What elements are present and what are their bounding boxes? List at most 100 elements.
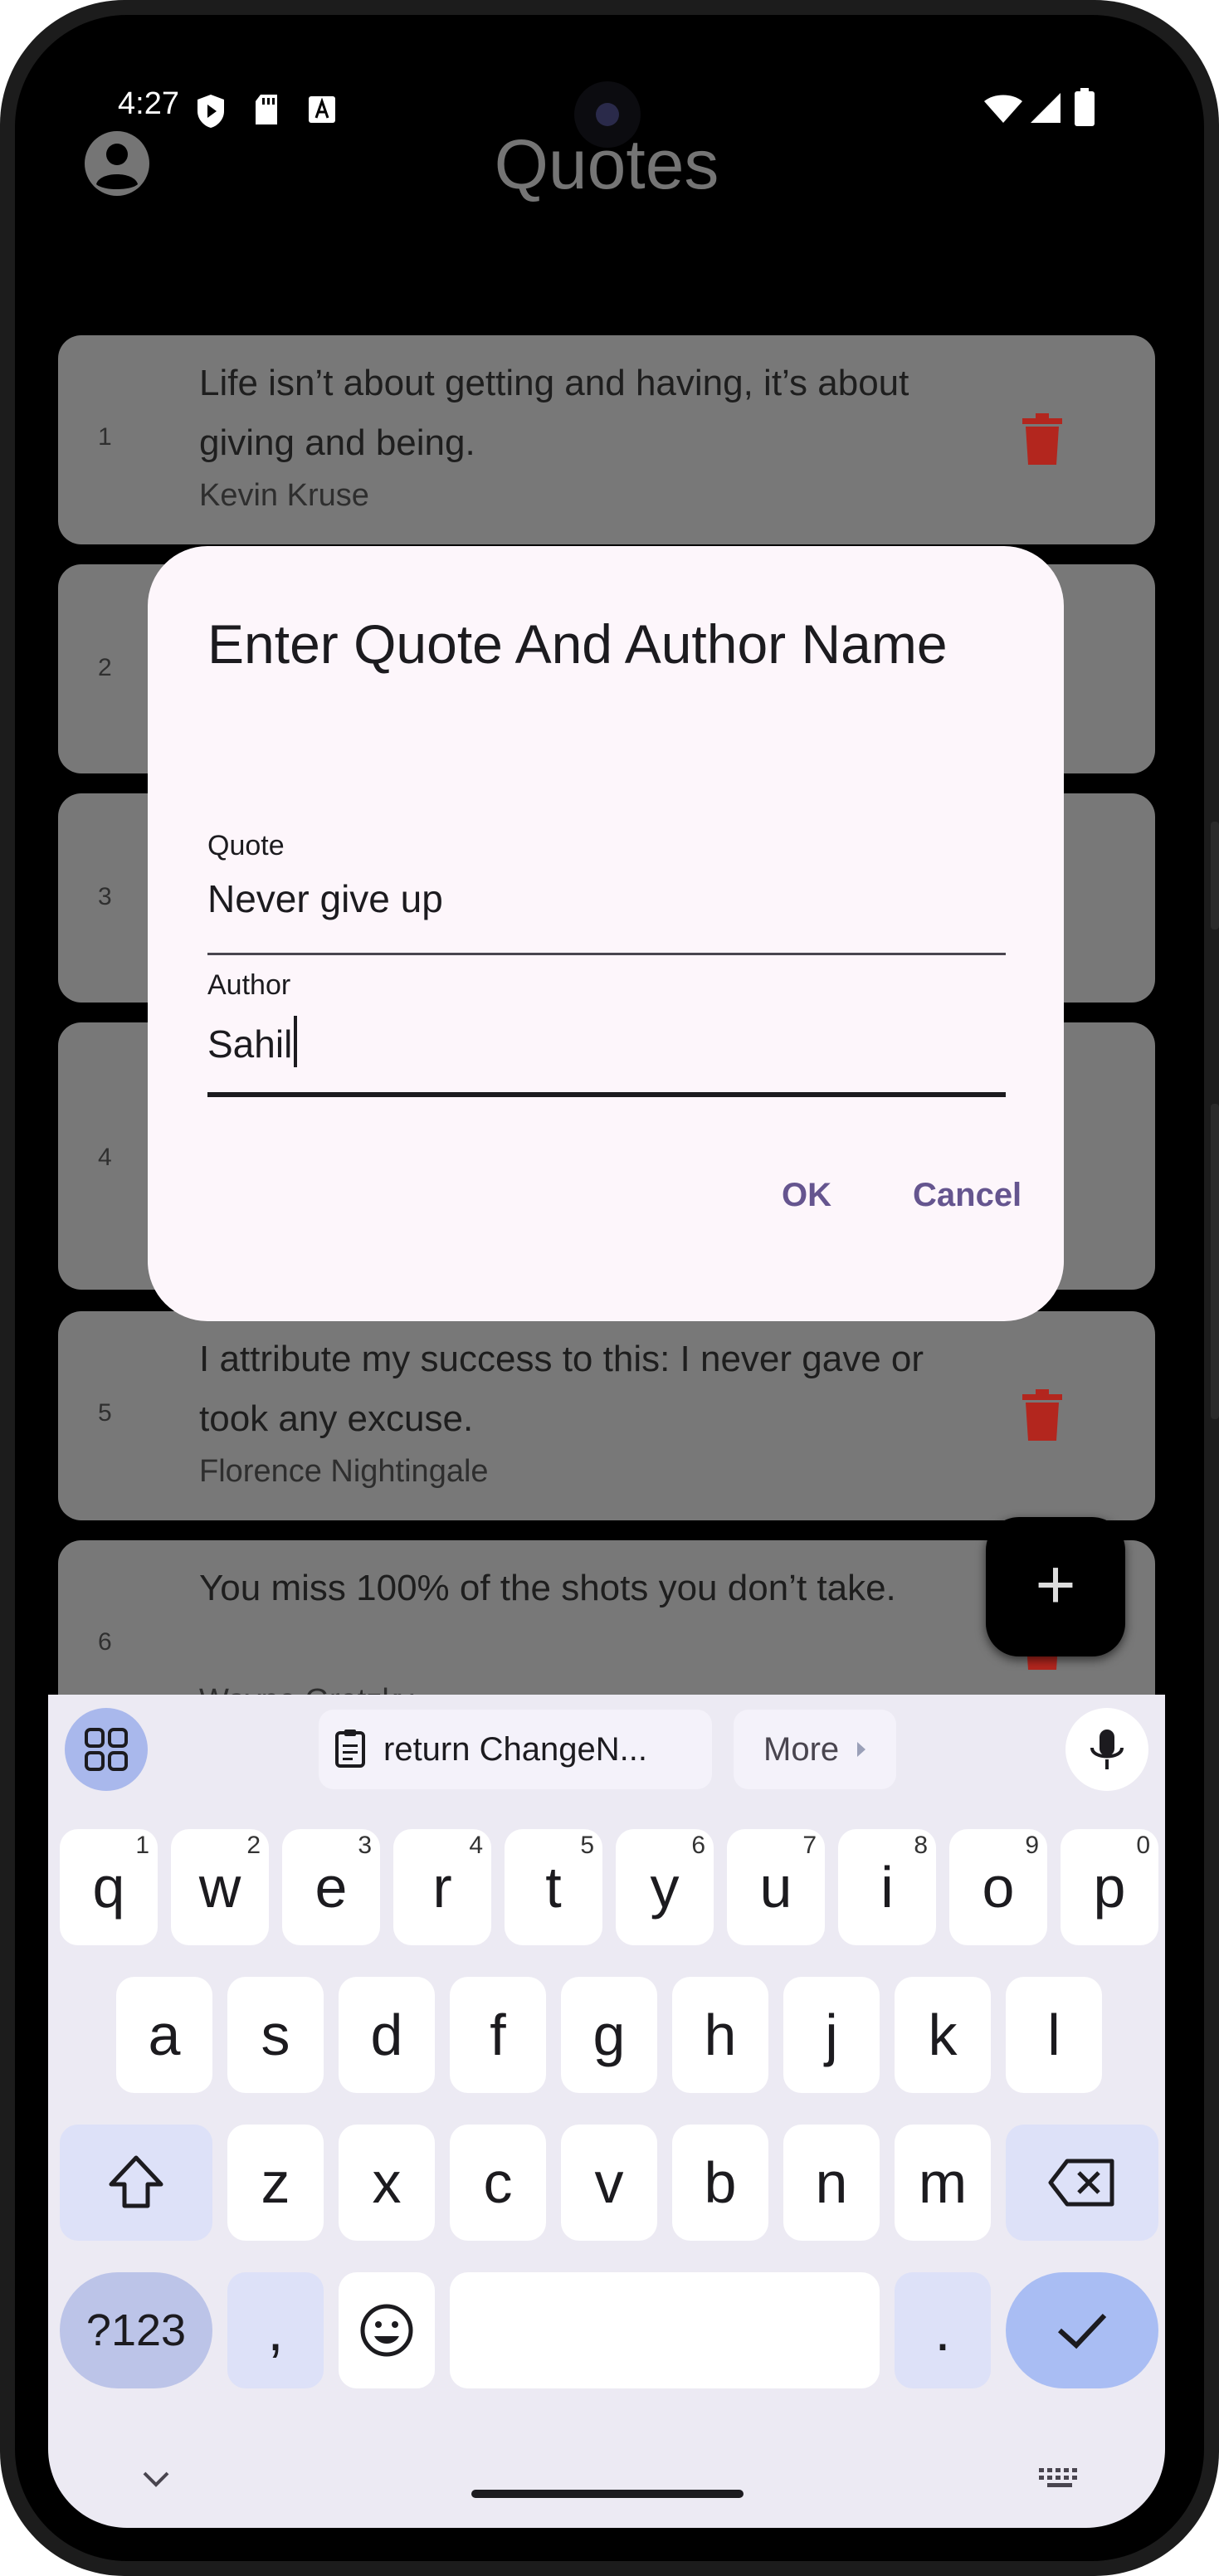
ok-button[interactable]: OK	[782, 1177, 831, 1214]
key-hint: 8	[914, 1832, 928, 1859]
quote-field[interactable]: Never give up	[207, 876, 443, 921]
key-n[interactable]: n	[783, 2125, 880, 2241]
quote-text: Life isn’t about getting and having, it’…	[199, 363, 909, 463]
cancel-button[interactable]: Cancel	[913, 1177, 1022, 1214]
key-e[interactable]: e3	[282, 1829, 380, 1945]
key-label: y	[650, 1855, 680, 1920]
delete-icon[interactable]	[1019, 1389, 1065, 1442]
key-label: q	[92, 1855, 125, 1920]
grid-icon	[85, 1728, 128, 1771]
text-cursor	[294, 1016, 298, 1067]
key-b[interactable]: b	[672, 2125, 768, 2241]
quote-index: 4	[98, 1144, 112, 1171]
keyboard-switch-icon[interactable]	[1037, 2466, 1084, 2491]
key-a[interactable]: a	[116, 1977, 212, 2093]
status-time: 4:27	[118, 86, 179, 121]
key-h[interactable]: h	[672, 1977, 768, 2093]
key-label: u	[759, 1855, 792, 1920]
author-field-label: Author	[207, 969, 291, 1001]
hide-keyboard-icon[interactable]	[139, 2466, 173, 2491]
key-s[interactable]: s	[227, 1977, 324, 2093]
comma-key[interactable]: ,	[227, 2272, 324, 2388]
quote-index: 6	[98, 1628, 112, 1656]
space-key[interactable]	[450, 2272, 880, 2388]
home-indicator[interactable]	[471, 2490, 744, 2498]
key-label: w	[198, 1855, 241, 1920]
key-f[interactable]: f	[450, 1977, 546, 2093]
key-c[interactable]: c	[450, 2125, 546, 2241]
clipboard-icon	[335, 1730, 365, 1768]
key-label: o	[982, 1855, 1015, 1920]
period-key[interactable]: .	[895, 2272, 991, 2388]
key-g[interactable]: g	[561, 1977, 657, 2093]
key-l[interactable]: l	[1006, 1977, 1102, 2093]
key-y[interactable]: y6	[616, 1829, 714, 1945]
quote-author: Kevin Kruse	[199, 478, 369, 513]
key-j[interactable]: j	[783, 1977, 880, 2093]
screen: 4:27 Quotes 1 Life isn’t about getting a…	[48, 48, 1165, 2528]
shift-key[interactable]	[60, 2125, 212, 2241]
key-r[interactable]: r4	[393, 1829, 491, 1945]
quote-author: Florence Nightingale	[199, 1454, 489, 1489]
keyboard-bottom-bar	[48, 2417, 1165, 2528]
volume-button	[1211, 1104, 1219, 1419]
symbols-key[interactable]: ?123	[60, 2272, 212, 2388]
add-quote-dialog: Enter Quote And Author Name Quote Never …	[148, 546, 1064, 1321]
key-hint: 7	[802, 1832, 817, 1859]
more-suggestions-button[interactable]: More	[734, 1710, 896, 1789]
quote-text: You miss 100% of the shots you don’t tak…	[199, 1568, 896, 1608]
clipboard-suggestion-text: return ChangeN...	[383, 1731, 647, 1768]
emoji-icon	[360, 2304, 413, 2357]
key-z[interactable]: z	[227, 2125, 324, 2241]
voice-input-button[interactable]	[1065, 1708, 1148, 1791]
key-u[interactable]: u7	[727, 1829, 825, 1945]
key-x[interactable]: x	[339, 2125, 435, 2241]
key-o[interactable]: o9	[949, 1829, 1047, 1945]
chevron-right-icon	[857, 1742, 865, 1757]
key-d[interactable]: d	[339, 1977, 435, 2093]
key-k[interactable]: k	[895, 1977, 991, 2093]
keyboard: return ChangeN... More q1 w2 e3 r4 t5 y6	[48, 1695, 1165, 2528]
check-icon	[1057, 2313, 1107, 2349]
clipboard-suggestion[interactable]: return ChangeN...	[319, 1710, 712, 1789]
key-q[interactable]: q1	[60, 1829, 158, 1945]
battery-icon	[1075, 88, 1095, 126]
quote-field-label: Quote	[207, 830, 285, 861]
quote-card[interactable]: 5 I attribute my success to this: I neve…	[58, 1311, 1155, 1520]
key-t[interactable]: t5	[505, 1829, 602, 1945]
app-title: Quotes	[494, 125, 719, 203]
key-p[interactable]: p0	[1061, 1829, 1158, 1945]
quote-card[interactable]: 1 Life isn’t about getting and having, i…	[58, 335, 1155, 544]
backspace-icon	[1048, 2159, 1114, 2207]
sd-card-icon	[256, 95, 277, 124]
quote-index: 1	[98, 423, 112, 451]
key-m[interactable]: m	[895, 2125, 991, 2241]
dialog-title: Enter Quote And Author Name	[207, 613, 948, 675]
emoji-key[interactable]	[339, 2272, 435, 2388]
apps-grid-button[interactable]	[65, 1708, 148, 1791]
key-label: e	[315, 1855, 348, 1920]
backspace-key[interactable]	[1006, 2125, 1158, 2241]
wifi-icon	[984, 95, 1022, 123]
author-field[interactable]: Sahil	[207, 1016, 298, 1067]
key-label: r	[432, 1855, 452, 1920]
key-hint: 6	[691, 1832, 705, 1859]
key-label: p	[1093, 1855, 1126, 1920]
done-key[interactable]	[1006, 2272, 1158, 2388]
key-i[interactable]: i8	[838, 1829, 936, 1945]
text-a-icon	[309, 96, 335, 123]
author-field-underline	[207, 1092, 1006, 1097]
delete-icon[interactable]	[1019, 413, 1065, 466]
quote-index: 5	[98, 1399, 112, 1427]
key-w[interactable]: w2	[171, 1829, 269, 1945]
key-hint: 2	[246, 1832, 261, 1859]
quote-field-underline	[207, 953, 1006, 955]
keyboard-toolbar: return ChangeN... More	[48, 1695, 1165, 1803]
author-field-value: Sahil	[207, 1022, 293, 1066]
key-v[interactable]: v	[561, 2125, 657, 2241]
add-quote-button[interactable]: +	[986, 1517, 1125, 1656]
quote-index: 2	[98, 654, 112, 681]
key-hint: 5	[580, 1832, 594, 1859]
key-label: i	[880, 1855, 894, 1920]
plus-icon: +	[1035, 1545, 1076, 1623]
